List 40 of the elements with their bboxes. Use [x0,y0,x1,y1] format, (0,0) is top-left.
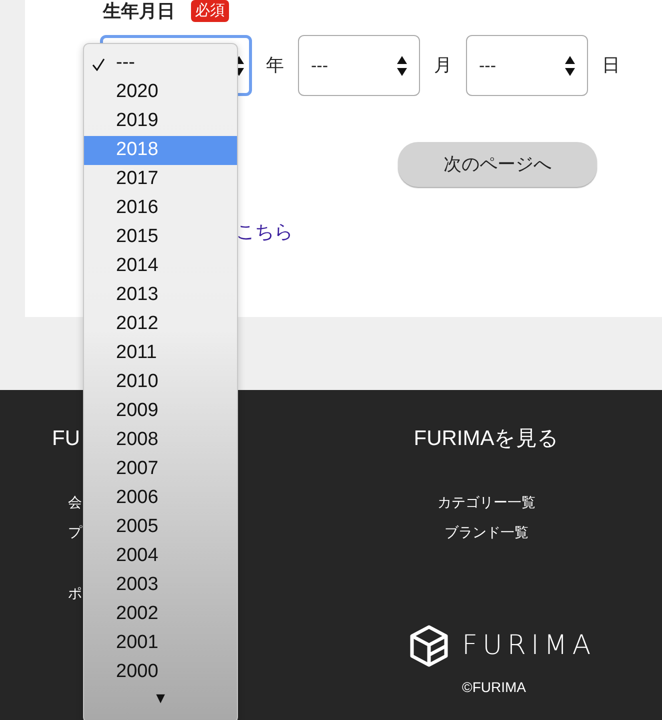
footer-link[interactable]: ポ [68,583,82,603]
footer-link[interactable]: ブランド一覧 [444,522,528,542]
dropdown-option[interactable]: 2004 [84,542,237,571]
dropdown-option[interactable]: 2012 [84,310,237,339]
dropdown-option[interactable]: 2013 [84,281,237,310]
dropdown-option[interactable]: 2008 [84,426,237,455]
next-page-button[interactable]: 次のページへ [398,142,597,187]
select-field[interactable]: --- [298,35,420,96]
footer-link[interactable]: カテゴリー一覧 [438,492,536,512]
footer-link[interactable]: 会 [68,492,82,512]
unit-label: 年 [266,54,284,77]
scroll-arrow[interactable]: ▼ [84,688,237,710]
dropdown-option[interactable]: 2009 [84,397,237,426]
dropdown-option[interactable]: 2001 [84,629,237,658]
dropdown-option[interactable]: 2005 [84,513,237,542]
dropdown-option[interactable]: 2007 [84,455,237,484]
dropdown-option[interactable]: 2019 [84,107,237,136]
link[interactable]: こちら [236,222,293,243]
field-label: 生年月日 [103,0,175,22]
unit-label: 日 [602,54,620,77]
unit-label: 月 [434,54,452,77]
dropdown-option[interactable]: --- [84,49,237,78]
dropdown-option[interactable]: 2014 [84,252,237,281]
required-badge: 必須 [191,0,229,22]
dropdown-option[interactable]: 2020 [84,78,237,107]
footer-link[interactable]: プ [68,522,82,542]
copyright: ©FURIMA [462,678,526,697]
dropdown-option[interactable]: 2000 [84,658,237,687]
dropdown-option[interactable]: 2011 [84,339,237,368]
dropdown-option[interactable]: 2017 [84,165,237,194]
dropdown-option[interactable]: 2003 [84,571,237,600]
dropdown-option[interactable]: 2002 [84,600,237,629]
dropdown-option[interactable]: 2010 [84,368,237,397]
logo-text: FURIMA [462,628,596,663]
dropdown-option[interactable]: 2016 [84,194,237,223]
select-field[interactable]: --- [466,35,588,96]
footer-heading: FU [52,426,80,452]
dropdown-option[interactable]: 2006 [84,484,237,513]
dropdown-option[interactable]: 2015 [84,223,237,252]
footer-heading: FURIMAを見る [414,426,560,452]
